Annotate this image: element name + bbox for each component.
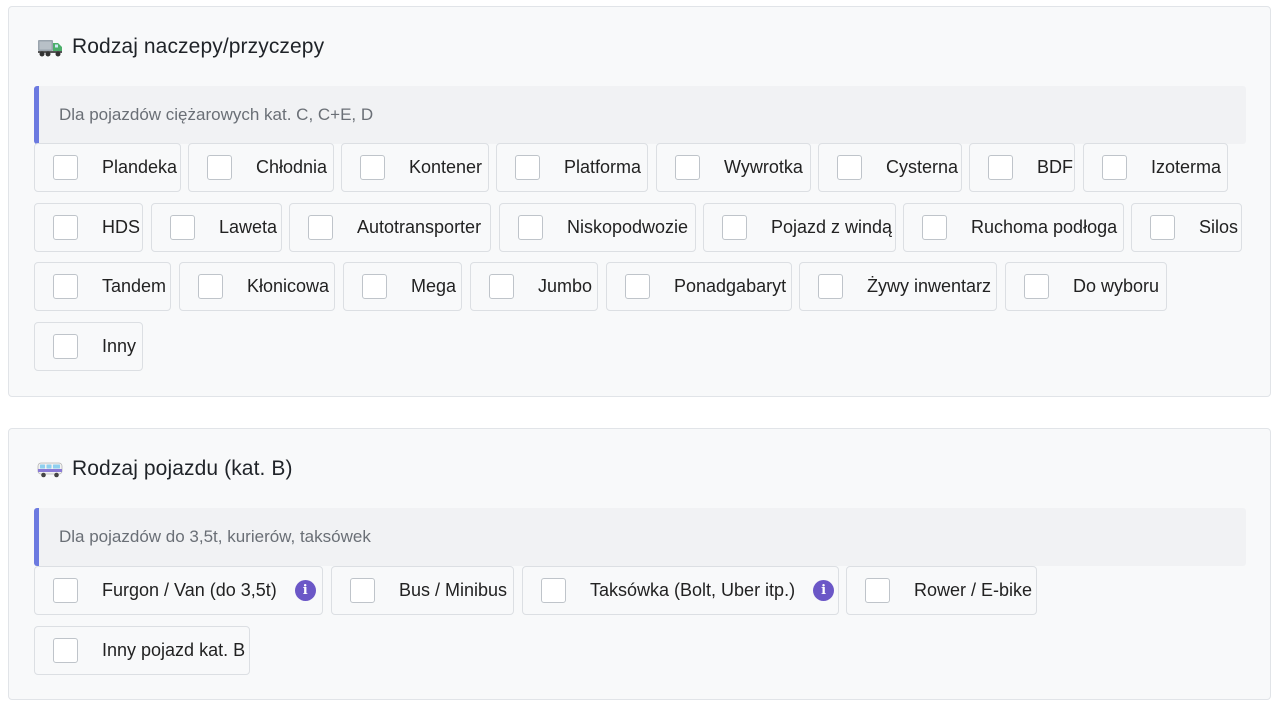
option-inny[interactable]: Inny bbox=[34, 322, 143, 371]
trailer-type-section: Rodzaj naczepy/przyczepy Dla pojazdów ci… bbox=[8, 6, 1271, 397]
option-ponadgabaryt[interactable]: Ponadgabaryt bbox=[606, 262, 792, 311]
info-icon[interactable]: i bbox=[813, 580, 835, 601]
option-autotransporter[interactable]: Autotransporter bbox=[289, 203, 491, 252]
checkbox[interactable] bbox=[1102, 155, 1127, 180]
checkbox[interactable] bbox=[722, 215, 747, 240]
checkbox[interactable] bbox=[1150, 215, 1175, 240]
checkbox[interactable] bbox=[988, 155, 1013, 180]
option-label: Bus / Minibus bbox=[399, 580, 508, 600]
checkbox[interactable] bbox=[865, 578, 890, 603]
section-header: Rodzaj pojazdu (kat. B) bbox=[37, 455, 293, 483]
option-label: Tandem bbox=[102, 276, 167, 296]
option-label: Kłonicowa bbox=[247, 276, 330, 296]
checkbox[interactable] bbox=[837, 155, 862, 180]
checkbox[interactable] bbox=[922, 215, 947, 240]
section-title: Rodzaj pojazdu (kat. B) bbox=[72, 457, 293, 480]
option-laweta[interactable]: Laweta bbox=[151, 203, 282, 252]
option-label: Laweta bbox=[219, 217, 278, 237]
option-silos[interactable]: Silos bbox=[1131, 203, 1242, 252]
option-label: Ponadgabaryt bbox=[674, 276, 787, 296]
option-pojazd-z-winda[interactable]: Pojazd z windą bbox=[703, 203, 896, 252]
option-zywy-inwentarz[interactable]: Żywy inwentarz bbox=[799, 262, 997, 311]
checkbox[interactable] bbox=[198, 274, 223, 299]
option-izoterma[interactable]: Izoterma bbox=[1083, 143, 1228, 192]
option-label: BDF bbox=[1037, 157, 1073, 177]
checkbox[interactable] bbox=[1024, 274, 1049, 299]
section-hint: Dla pojazdów do 3,5t, kurierów, taksówek bbox=[34, 508, 1246, 566]
option-bdf[interactable]: BDF bbox=[969, 143, 1075, 192]
option-do-wyboru[interactable]: Do wyboru bbox=[1005, 262, 1167, 311]
checkbox[interactable] bbox=[675, 155, 700, 180]
option-hds[interactable]: HDS bbox=[34, 203, 143, 252]
checkbox[interactable] bbox=[362, 274, 387, 299]
option-cysterna[interactable]: Cysterna bbox=[818, 143, 962, 192]
checkbox[interactable] bbox=[515, 155, 540, 180]
option-label: Ruchoma podłoga bbox=[971, 217, 1118, 237]
option-label: Żywy inwentarz bbox=[867, 276, 992, 296]
option-label: Chłodnia bbox=[256, 157, 328, 177]
section-header: Rodzaj naczepy/przyczepy bbox=[37, 33, 324, 61]
checkbox[interactable] bbox=[53, 638, 78, 663]
option-label: Cysterna bbox=[886, 157, 959, 177]
option-label: Kontener bbox=[409, 157, 483, 177]
option-label: Autotransporter bbox=[357, 217, 482, 237]
option-kontener[interactable]: Kontener bbox=[341, 143, 489, 192]
checkbox[interactable] bbox=[818, 274, 843, 299]
option-rower-ebike[interactable]: Rower / E-bike bbox=[846, 566, 1037, 615]
checkbox[interactable] bbox=[53, 274, 78, 299]
option-niskopodwozie[interactable]: Niskopodwozie bbox=[499, 203, 696, 252]
option-label: Furgon / Van (do 3,5t) bbox=[102, 580, 277, 600]
option-tandem[interactable]: Tandem bbox=[34, 262, 171, 311]
checkbox[interactable] bbox=[53, 334, 78, 359]
info-icon[interactable]: i bbox=[294, 580, 316, 601]
option-label: Mega bbox=[411, 276, 457, 296]
option-label: HDS bbox=[102, 217, 141, 237]
checkbox[interactable] bbox=[53, 155, 78, 180]
option-label: Taksówka (Bolt, Uber itp.) bbox=[590, 580, 796, 600]
checkbox[interactable] bbox=[170, 215, 195, 240]
option-bus-minibus[interactable]: Bus / Minibus bbox=[331, 566, 514, 615]
checkbox[interactable] bbox=[53, 578, 78, 603]
option-chlodnia[interactable]: Chłodnia bbox=[188, 143, 334, 192]
option-klonicowa[interactable]: Kłonicowa bbox=[179, 262, 335, 311]
option-label: Jumbo bbox=[538, 276, 593, 296]
option-label: Silos bbox=[1199, 217, 1239, 237]
truck-icon bbox=[37, 36, 63, 58]
option-label: Plandeka bbox=[102, 157, 178, 177]
option-label: Wywrotka bbox=[724, 157, 803, 177]
option-label: Rower / E-bike bbox=[914, 580, 1033, 600]
option-label: Izoterma bbox=[1151, 157, 1222, 177]
option-jumbo[interactable]: Jumbo bbox=[470, 262, 598, 311]
option-label: Platforma bbox=[564, 157, 642, 177]
option-mega[interactable]: Mega bbox=[343, 262, 462, 311]
option-label: Niskopodwozie bbox=[567, 217, 689, 237]
option-ruchoma-podloga[interactable]: Ruchoma podłoga bbox=[903, 203, 1124, 252]
option-label: Do wyboru bbox=[1073, 276, 1160, 296]
checkbox[interactable] bbox=[625, 274, 650, 299]
option-plandeka[interactable]: Plandeka bbox=[34, 143, 181, 192]
checkbox[interactable] bbox=[207, 155, 232, 180]
option-wywrotka[interactable]: Wywrotka bbox=[656, 143, 811, 192]
checkbox[interactable] bbox=[350, 578, 375, 603]
option-inny-pojazd-kat-b[interactable]: Inny pojazd kat. B bbox=[34, 626, 250, 675]
checkbox[interactable] bbox=[53, 215, 78, 240]
option-platforma[interactable]: Platforma bbox=[496, 143, 648, 192]
bus-icon bbox=[37, 458, 63, 480]
option-label: Inny pojazd kat. B bbox=[102, 640, 246, 660]
checkbox[interactable] bbox=[541, 578, 566, 603]
section-title: Rodzaj naczepy/przyczepy bbox=[72, 35, 325, 58]
option-label: Inny bbox=[102, 336, 137, 356]
section-hint: Dla pojazdów ciężarowych kat. C, C+E, D bbox=[34, 86, 1246, 144]
option-label: Pojazd z windą bbox=[771, 217, 893, 237]
checkbox[interactable] bbox=[518, 215, 543, 240]
option-taksowka[interactable]: Taksówka (Bolt, Uber itp.) i bbox=[522, 566, 839, 615]
option-furgon-van[interactable]: Furgon / Van (do 3,5t) i bbox=[34, 566, 323, 615]
checkbox[interactable] bbox=[360, 155, 385, 180]
checkbox[interactable] bbox=[489, 274, 514, 299]
checkbox[interactable] bbox=[308, 215, 333, 240]
